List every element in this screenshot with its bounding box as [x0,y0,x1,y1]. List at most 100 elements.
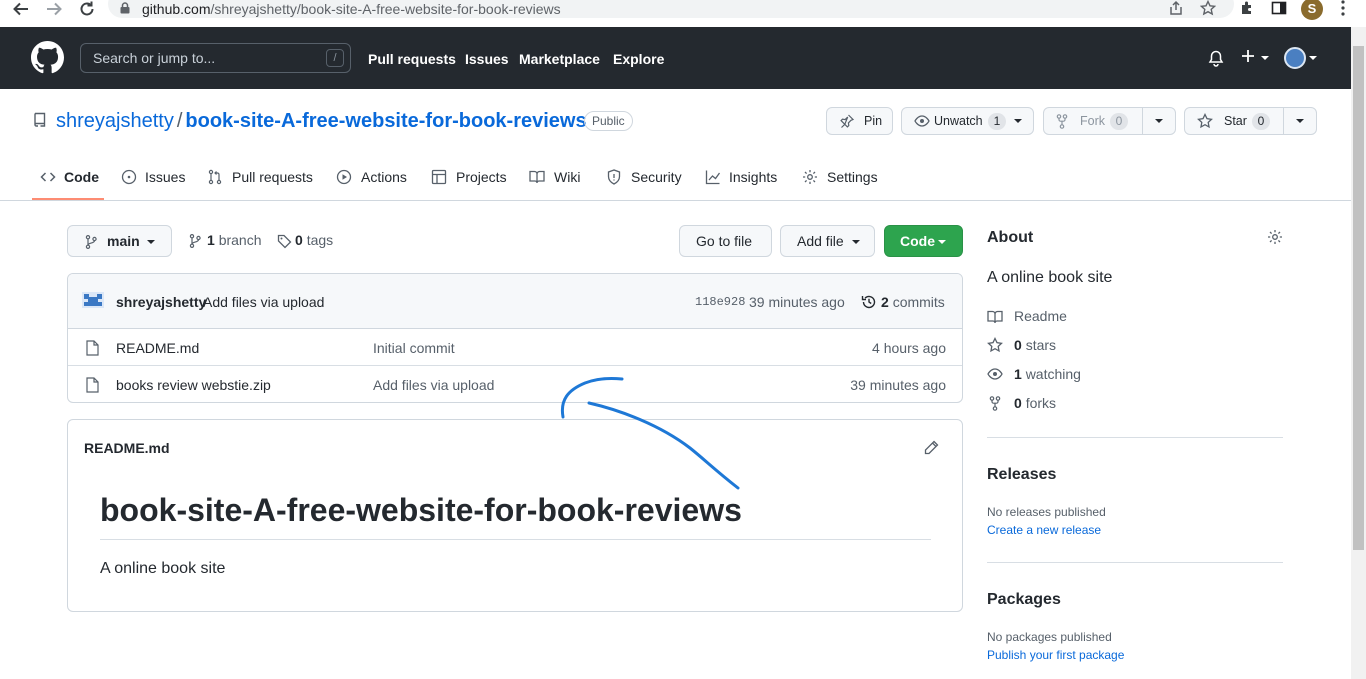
code-caret-icon [938,240,946,244]
stars-count: 0 [1014,337,1022,353]
user-avatar[interactable] [1284,47,1306,69]
fork-dropdown-caret-icon[interactable] [1155,119,1163,123]
search-input[interactable]: Search or jump to... / [80,43,351,73]
fork-label: Fork [1080,114,1105,128]
browser-profile-avatar[interactable]: S [1301,0,1323,20]
tag-icon [277,234,292,249]
packages-heading[interactable]: Packages [987,591,1061,609]
commit-time: 39 minutes ago [749,294,845,310]
readme-body: A online book site [100,560,226,577]
commit-author-link[interactable]: shreyajshetty [116,294,206,310]
nav-issues[interactable]: Issues [465,51,509,67]
github-logo-icon[interactable] [31,41,64,74]
about-description: A online book site [987,269,1113,286]
star-icon [987,337,1003,353]
bookmark-star-icon[interactable] [1200,0,1216,16]
author-avatar[interactable] [82,290,104,310]
watching-count: 1 [1014,366,1022,382]
file-commit-message-link[interactable]: Add files via upload [373,377,494,393]
file-row[interactable]: books review webstie.zip Add files via u… [68,366,962,402]
create-release-link[interactable]: Create a new release [987,523,1101,537]
nav-pull-requests[interactable]: Pull requests [368,51,456,67]
readme-heading-divider [100,539,931,540]
file-commit-time: 4 hours ago [872,340,946,356]
branch-icon [85,235,97,249]
pencil-icon[interactable] [923,440,939,456]
pin-label: Pin [864,114,883,128]
releases-heading[interactable]: Releases [987,466,1056,484]
kebab-menu-icon[interactable] [1340,0,1346,16]
about-heading: About [987,229,1034,246]
back-arrow-icon[interactable] [12,0,30,18]
file-name-link[interactable]: books review webstie.zip [116,377,271,393]
repo-icon [33,112,47,128]
tab-issues-label: Issues [145,169,186,185]
visibility-badge: Public [584,111,633,131]
file-commit-time: 39 minutes ago [850,377,946,393]
file-row[interactable]: README.md Initial commit 4 hours ago [68,329,962,366]
sidebar-divider [987,562,1283,563]
unwatch-button[interactable]: Unwatch 1 [901,107,1034,135]
pin-button[interactable]: Pin [826,107,893,135]
tab-pull-requests-label: Pull requests [232,169,313,185]
side-panel-icon[interactable] [1271,0,1287,16]
code-button-label: Code [900,233,935,249]
graph-icon [705,169,721,185]
add-file-button[interactable]: Add file [780,225,875,257]
commits-link[interactable]: 2 commits [881,294,945,310]
user-menu-caret-icon[interactable] [1309,56,1317,60]
branch-select-button[interactable]: main [67,225,172,257]
commit-sha-link[interactable]: 118e928 [695,295,745,309]
repo-owner-link[interactable]: shreyajshetty [56,110,174,132]
nav-marketplace[interactable]: Marketplace [519,51,600,67]
forward-arrow-icon[interactable] [45,0,63,18]
file-name-link[interactable]: README.md [116,340,199,356]
star-button[interactable]: Star 0 [1184,107,1317,135]
eye-icon [987,368,1003,380]
nav-explore[interactable]: Explore [613,51,664,67]
fork-icon [989,396,1001,411]
readme-filename: README.md [84,440,170,456]
publish-package-link[interactable]: Publish your first package [987,648,1124,662]
code-button[interactable]: Code [884,225,963,257]
star-icon [1197,113,1213,129]
commit-word: commits [892,294,945,310]
commit-message-link[interactable]: Add files via upload [203,294,324,310]
latest-commit-row: shreyajshetty Add files via upload 118e9… [68,274,962,329]
releases-empty-text: No releases published [987,505,1106,519]
fork-split-divider [1142,108,1143,134]
add-file-label: Add file [797,233,844,249]
repo-path-separator: / [176,110,183,132]
branch-icon [189,234,201,248]
repo-name-link[interactable]: book-site-A-free-website-for-book-review… [185,110,586,132]
star-dropdown-caret-icon[interactable] [1296,119,1304,123]
go-to-file-label: Go to file [696,233,753,249]
github-header: Search or jump to... / Pull requests Iss… [0,27,1351,89]
branch-word: branch [218,232,262,248]
book-icon [987,309,1003,325]
unwatch-label: Unwatch [934,114,983,128]
play-icon [336,169,352,185]
readme-panel: README.md book-site-A-free-website-for-b… [67,419,963,612]
url-path: /shreyajshetty/book-site-A-free-website-… [210,1,561,17]
reload-icon[interactable] [78,0,96,18]
table-icon [431,169,447,185]
eye-icon [914,115,930,127]
watch-dropdown-caret-icon[interactable] [1014,119,1022,123]
bell-icon[interactable] [1208,50,1224,67]
file-commit-message-link[interactable]: Initial commit [373,340,455,356]
add-file-caret-icon [852,240,860,244]
file-list: shreyajshetty Add files via upload 118e9… [67,273,963,403]
create-dropdown-caret-icon[interactable] [1261,56,1269,60]
gear-icon[interactable] [1267,229,1283,245]
extensions-icon[interactable] [1239,0,1255,16]
pull-request-icon [207,169,223,185]
watching-word: watching [1025,366,1081,382]
share-icon[interactable] [1168,0,1184,16]
repository-header: shreyajshetty / book-site-A-free-website-f… [0,89,1351,201]
issue-icon [121,169,137,185]
fork-button[interactable]: Fork 0 [1043,107,1176,135]
scrollbar-thumb[interactable] [1353,46,1364,550]
go-to-file-button[interactable]: Go to file [679,225,772,257]
plus-icon[interactable] [1241,49,1255,63]
